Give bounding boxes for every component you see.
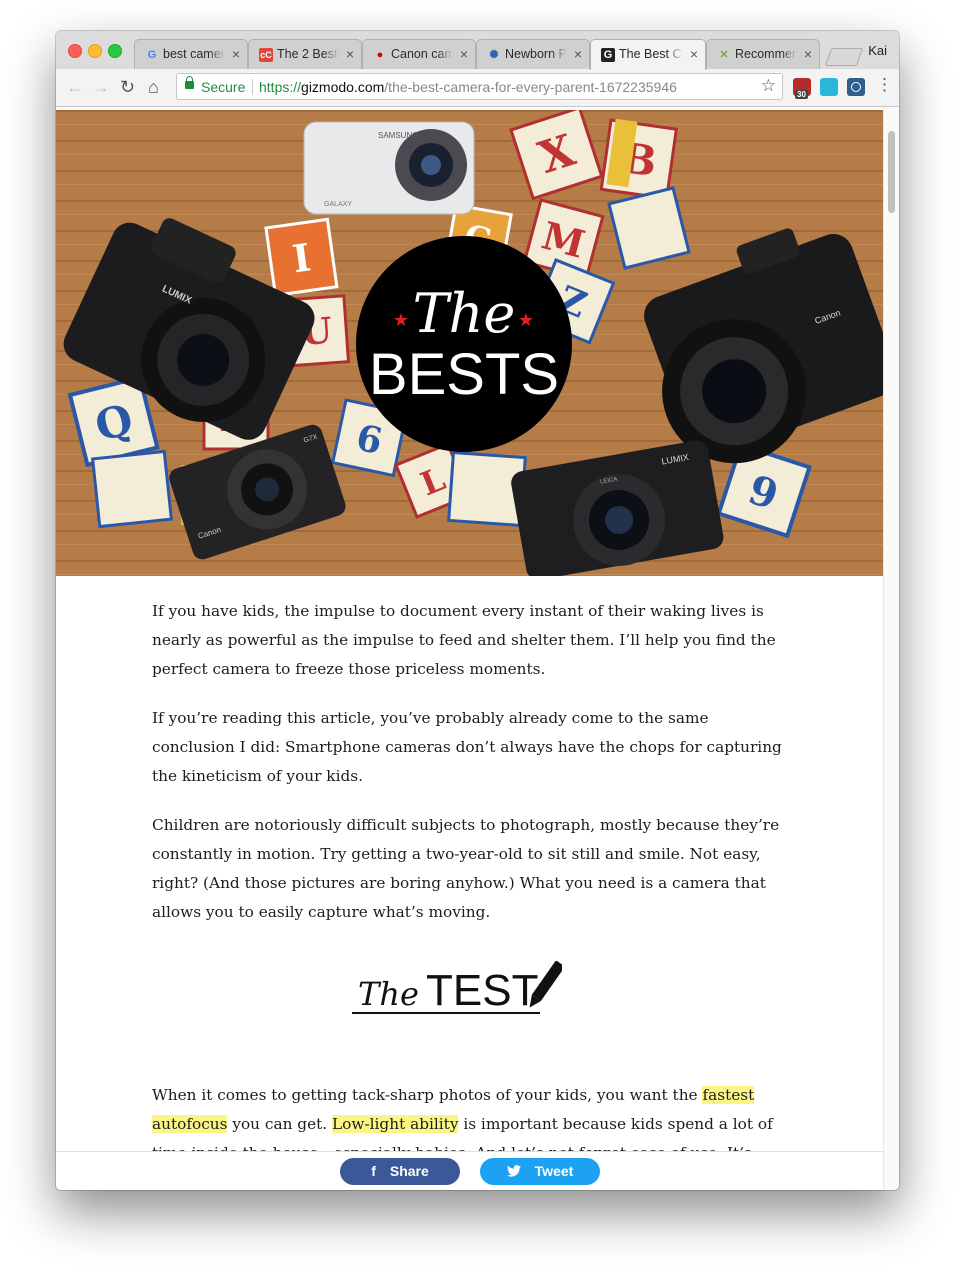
scrollbar-thumb[interactable] [888,131,895,213]
highlighted-phrase: Low-light ability [332,1115,459,1133]
reload-icon[interactable]: ↻ [120,77,135,97]
lock-icon [185,76,194,89]
home-icon[interactable]: ⌂ [148,77,159,97]
hero-illustration: X B M I U Z Q 9 6 L SAMSUNG GALAXY LUMIX… [56,110,884,576]
hero-image: X B M I U Z Q 9 6 L SAMSUNG GALAXY LUMIX… [56,110,884,576]
share-label: Share [389,1163,429,1179]
address-bar[interactable]: Secure https://gizmodo.com/the-best-came… [176,73,783,100]
new-tab-button[interactable] [824,48,864,66]
minimize-window-button[interactable] [88,44,102,58]
close-icon[interactable]: × [232,46,240,62]
paragraph-text: When it comes to getting tack-sharp phot… [152,1086,703,1104]
bookmark-star-icon[interactable]: ☆ [761,76,776,96]
forward-arrow-icon[interactable]: → [92,77,110,97]
tab-newborn-photo[interactable]: ✺ Newborn Photo × [476,39,590,69]
pen-extension-icon[interactable] [820,78,838,96]
the-test-logo: The TEST [352,960,566,1017]
close-icon[interactable]: × [690,46,698,62]
tab-title: best camera for [163,47,225,61]
close-icon[interactable]: × [346,46,354,62]
secure-label[interactable]: Secure [201,79,245,95]
red-dot-favicon-icon: ● [376,49,384,61]
tab-title: The 2 Best Cam [277,47,339,61]
test-word-text: TEST [426,966,538,1015]
tab-canon-camera[interactable]: ● Canon camera × [362,39,476,69]
star-icon: ★ [393,310,409,330]
circle-extension-icon[interactable] [847,78,865,96]
tab-title: Newborn Photo [505,47,567,61]
facebook-share-button[interactable]: f Share [340,1158,460,1185]
page-viewport: X B M I U Z Q 9 6 L SAMSUNG GALAXY LUMIX… [56,107,899,1190]
tab-title: The Best Camer [619,47,683,61]
camera-brand-label: GALAXY [324,201,352,208]
tab-recommended[interactable]: ✕ Recommended × [706,39,820,69]
vertical-scrollbar[interactable] [883,107,899,1190]
the-bests-badge: The BESTS ★ ★ [356,236,572,452]
share-bar: f Share Tweet [56,1151,884,1190]
cross-favicon-icon: ✕ [719,49,729,61]
profile-name[interactable]: Kai [868,43,887,58]
google-icon: G [147,49,157,61]
article-paragraph: Children are notoriously difficult subje… [152,816,780,921]
close-icon[interactable]: × [804,46,812,62]
camera-brand-label: SAMSUNG [378,131,418,140]
tweet-label: Tweet [534,1163,574,1179]
calendar-extension-icon[interactable]: 30 [793,78,811,99]
article-paragraph: If you’re reading this article, you’ve p… [152,709,782,785]
twitter-bird-icon [506,1158,521,1185]
close-window-button[interactable] [68,44,82,58]
zoom-window-button[interactable] [108,44,122,58]
article-paragraph: If you have kids, the impulse to documen… [152,602,776,678]
tab-best-cameras[interactable]: cC The 2 Best Cam × [248,39,362,69]
tab-title: Canon camera [391,47,453,61]
tab-title: Recommended [735,47,797,61]
site-favicon-icon: cC [259,48,273,62]
close-icon[interactable]: × [460,46,468,62]
back-arrow-icon[interactable]: ← [66,77,84,97]
close-icon[interactable]: × [574,46,582,62]
calendar-badge: 30 [795,90,808,99]
browser-toolbar: ← → ↻ ⌂ Secure https://gizmodo.com/the-b… [56,69,899,107]
badge-script-text: The [413,282,516,345]
more-menu-icon[interactable]: ⋮ [876,76,893,94]
twitter-tweet-button[interactable]: Tweet [480,1158,600,1185]
tab-best-camera-active[interactable]: G The Best Camer × [590,39,706,70]
url-scheme: https:// [259,79,302,95]
url-path: /the-best-camera-for-every-parent-167223… [384,79,677,95]
facebook-icon: f [371,1163,376,1179]
badge-bold-text: BESTS [369,342,559,407]
gizmodo-favicon-icon: G [601,48,615,62]
omnibox-separator [252,79,253,95]
paragraph-text: you can get. [227,1115,333,1133]
article-body: If you have kids, the impulse to documen… [152,597,792,1190]
flower-favicon-icon: ✺ [489,49,499,61]
url-text[interactable]: https://gizmodo.com/the-best-camera-for-… [259,79,677,95]
browser-window: G best camera for × cC The 2 Best Cam × … [56,31,899,1190]
tab-strip: G best camera for × cC The 2 Best Cam × … [56,31,899,70]
the-test-graphic: The TEST [352,960,566,1015]
test-script-text: The [358,975,419,1013]
star-icon: ★ [518,310,534,330]
tab-google-search[interactable]: G best camera for × [134,39,248,69]
url-host: gizmodo.com [301,79,385,95]
